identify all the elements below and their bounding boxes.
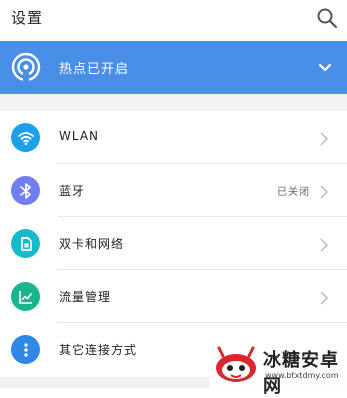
- more-icon: [11, 335, 40, 364]
- hotspot-label: 热点已开启: [59, 62, 130, 77]
- hotspot-icon: [10, 51, 42, 83]
- settings-item-label: 其它连接方式: [59, 343, 138, 357]
- bluetooth-status: 已关闭: [277, 187, 310, 198]
- chevron-right-icon: [319, 237, 329, 252]
- wifi-icon: [11, 123, 40, 152]
- settings-item-wlan[interactable]: WLAN: [0, 111, 347, 164]
- chart-icon: [11, 282, 40, 311]
- chevron-right-icon: [319, 290, 329, 305]
- watermark-logo-icon: [213, 346, 259, 384]
- section-divider: [0, 94, 347, 111]
- bluetooth-icon: [11, 176, 40, 205]
- chevron-down-icon[interactable]: [317, 60, 333, 76]
- app-header: 设置: [0, 0, 347, 38]
- settings-list: WLAN 蓝牙 已关闭 双卡和网络 流量管理 其它连接方式: [0, 111, 347, 376]
- chevron-right-icon: [319, 184, 329, 199]
- chevron-right-icon: [319, 131, 329, 146]
- sim-card-icon: [11, 229, 40, 258]
- search-icon[interactable]: [315, 6, 339, 30]
- settings-item-label: 蓝牙: [59, 184, 86, 198]
- hotspot-banner[interactable]: 热点已开启: [0, 41, 347, 94]
- settings-item-bluetooth[interactable]: 蓝牙 已关闭: [0, 164, 347, 217]
- settings-item-label: WLAN: [59, 129, 100, 143]
- settings-item-data-usage[interactable]: 流量管理: [0, 270, 347, 323]
- page-title: 设置: [11, 9, 44, 27]
- settings-item-dual-sim[interactable]: 双卡和网络: [0, 217, 347, 270]
- watermark-url: www.btxtdmy.com: [265, 371, 339, 380]
- settings-item-label: 流量管理: [59, 290, 112, 304]
- watermark: 冰糖安卓网 www.btxtdmy.com: [209, 342, 347, 397]
- settings-item-label: 双卡和网络: [59, 237, 125, 251]
